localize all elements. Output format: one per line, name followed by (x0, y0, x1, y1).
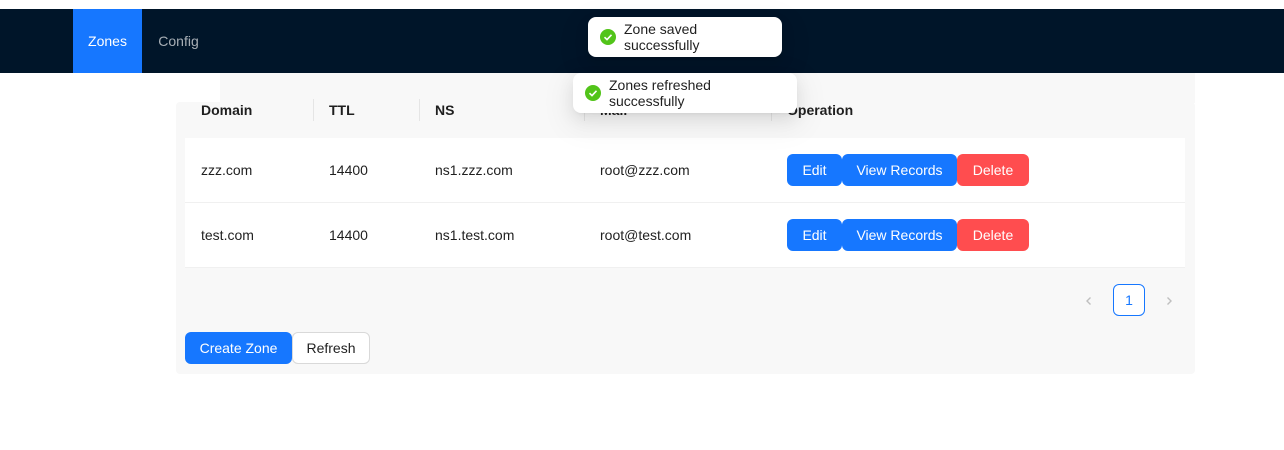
toast-zones-refreshed: Zones refreshed successfully (573, 73, 797, 113)
table-row: zzz.com 14400 ns1.zzz.com root@zzz.com E… (185, 138, 1185, 203)
cell-domain: zzz.com (201, 162, 253, 178)
cell-ns: ns1.zzz.com (435, 162, 513, 178)
column-header-domain: Domain (201, 102, 253, 118)
nav-item-zones[interactable]: Zones (73, 9, 142, 73)
cell-mail: root@test.com (600, 227, 692, 243)
top-strip (0, 0, 1284, 9)
cell-ttl: 14400 (329, 162, 368, 178)
pagination-page-1[interactable]: 1 (1113, 284, 1145, 316)
toast-message: Zones refreshed successfully (609, 77, 711, 109)
nav-item-config[interactable]: Config (142, 9, 215, 73)
refresh-button[interactable]: Refresh (292, 332, 370, 364)
column-header-ttl: TTL (313, 83, 355, 137)
cell-ns: ns1.test.com (435, 227, 515, 243)
check-circle-icon (600, 29, 616, 45)
chevron-left-icon (1086, 297, 1091, 305)
edit-button[interactable]: Edit (787, 219, 842, 251)
chevron-right-icon (1167, 297, 1172, 305)
cell-domain: test.com (201, 227, 254, 243)
cell-mail: root@zzz.com (600, 162, 690, 178)
toast-zone-saved: Zone saved successfully (588, 17, 782, 57)
cell-ttl: 14400 (329, 227, 368, 243)
delete-button[interactable]: Delete (957, 219, 1029, 251)
pagination-next-button[interactable] (1153, 285, 1185, 317)
column-header-ns: NS (419, 83, 454, 137)
delete-button[interactable]: Delete (957, 154, 1029, 186)
create-zone-button[interactable]: Create Zone (185, 332, 292, 364)
toast-message: Zone saved successfully (624, 21, 700, 53)
check-circle-icon (585, 85, 601, 101)
edit-button[interactable]: Edit (787, 154, 842, 186)
table-row: test.com 14400 ns1.test.com root@test.co… (185, 203, 1185, 268)
view-records-button[interactable]: View Records (842, 154, 957, 186)
zones-table-body: zzz.com 14400 ns1.zzz.com root@zzz.com E… (185, 138, 1185, 268)
view-records-button[interactable]: View Records (842, 219, 957, 251)
pagination-prev-button[interactable] (1073, 285, 1105, 317)
